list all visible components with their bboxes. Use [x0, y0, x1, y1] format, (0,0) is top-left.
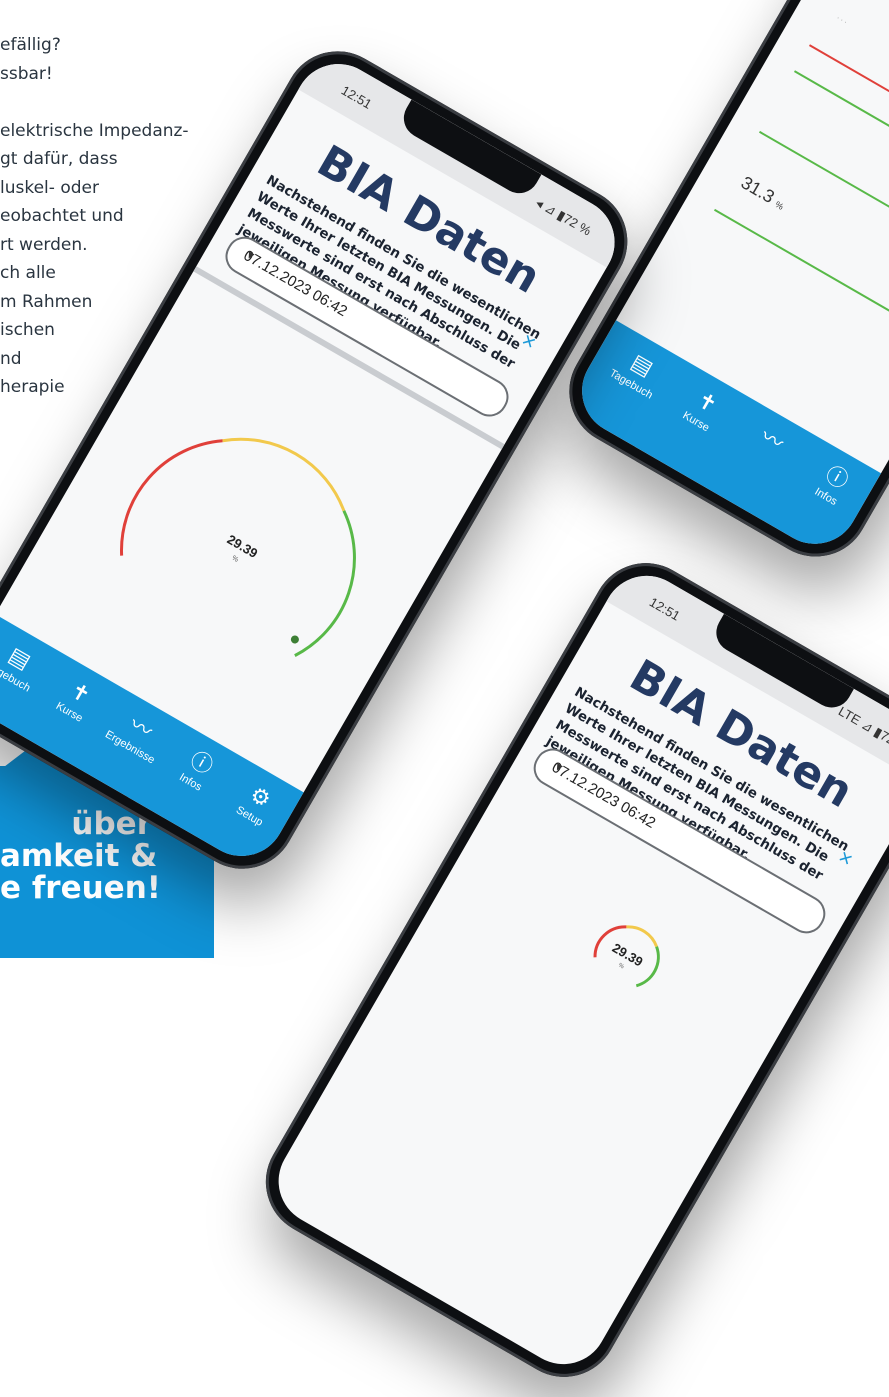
tab-tagebuch[interactable]: ▤ Tagebuch	[598, 337, 679, 407]
gauge-marker	[290, 635, 299, 644]
article-line: ssbar!	[0, 63, 53, 84]
indicator-line-green	[713, 208, 889, 341]
trend-icon: 〰	[756, 423, 788, 457]
gauge-arc-yellow	[222, 437, 346, 512]
gauge-arc-green	[294, 510, 356, 657]
metric-number: 31.3	[737, 172, 778, 208]
metric-unit: %	[773, 199, 786, 212]
status-icons: ◂ ⊿ ▮72 %	[533, 194, 594, 239]
metric-value: 31.3 %	[737, 172, 789, 214]
article-line: ischen	[0, 320, 55, 340]
phone-right-screen: · · · 31.3 % ▤ Tagebuch ✝ Kurse 〰 ⓘ Info…	[565, 0, 889, 560]
gauge-chart: 29.39 %	[593, 925, 660, 988]
article-line: luskel- oder	[0, 177, 99, 198]
article-line: nd	[0, 348, 22, 369]
article-line: ch alle	[0, 263, 56, 283]
tab-kurse[interactable]: ✝ Kurse	[663, 375, 744, 445]
gauge-unit: %	[231, 555, 240, 564]
indicator-line-red	[808, 44, 889, 107]
mini-label: · · ·	[835, 14, 849, 27]
article-line: efällig?	[0, 35, 61, 55]
article-line: rt werden.	[0, 234, 88, 255]
status-time: 12:51	[646, 594, 683, 624]
gauge-unit: %	[617, 963, 625, 971]
status-time: 12:51	[338, 82, 375, 112]
bubble-line: e freuen!	[0, 870, 161, 904]
indicator-line-green	[793, 70, 889, 203]
gauge-arc-yellow	[626, 925, 658, 948]
tab-infos[interactable]: ⓘ Infos	[793, 450, 874, 520]
tab-bar-right: ▤ Tagebuch ✝ Kurse 〰 ⓘ Infos	[565, 320, 882, 560]
status-icons: LTE ⊿ ▮72 %	[835, 703, 889, 756]
bubble-line: amkeit &	[0, 838, 158, 874]
tab-ergebnisse[interactable]: 〰	[734, 412, 809, 471]
gauge-value: 29.39	[225, 532, 261, 561]
article-line: gt dafür, dass	[0, 149, 118, 169]
gauge-value: 29.39	[610, 940, 646, 969]
article-line: eobachtet und	[0, 206, 124, 226]
gauge-arc-red	[120, 439, 223, 556]
gauge-chart: 29.39 %	[120, 437, 356, 657]
article-line: m Rahmen	[0, 291, 93, 312]
article-line: herapie	[0, 377, 65, 397]
article-line: elektrische Impedanz-	[0, 120, 189, 141]
